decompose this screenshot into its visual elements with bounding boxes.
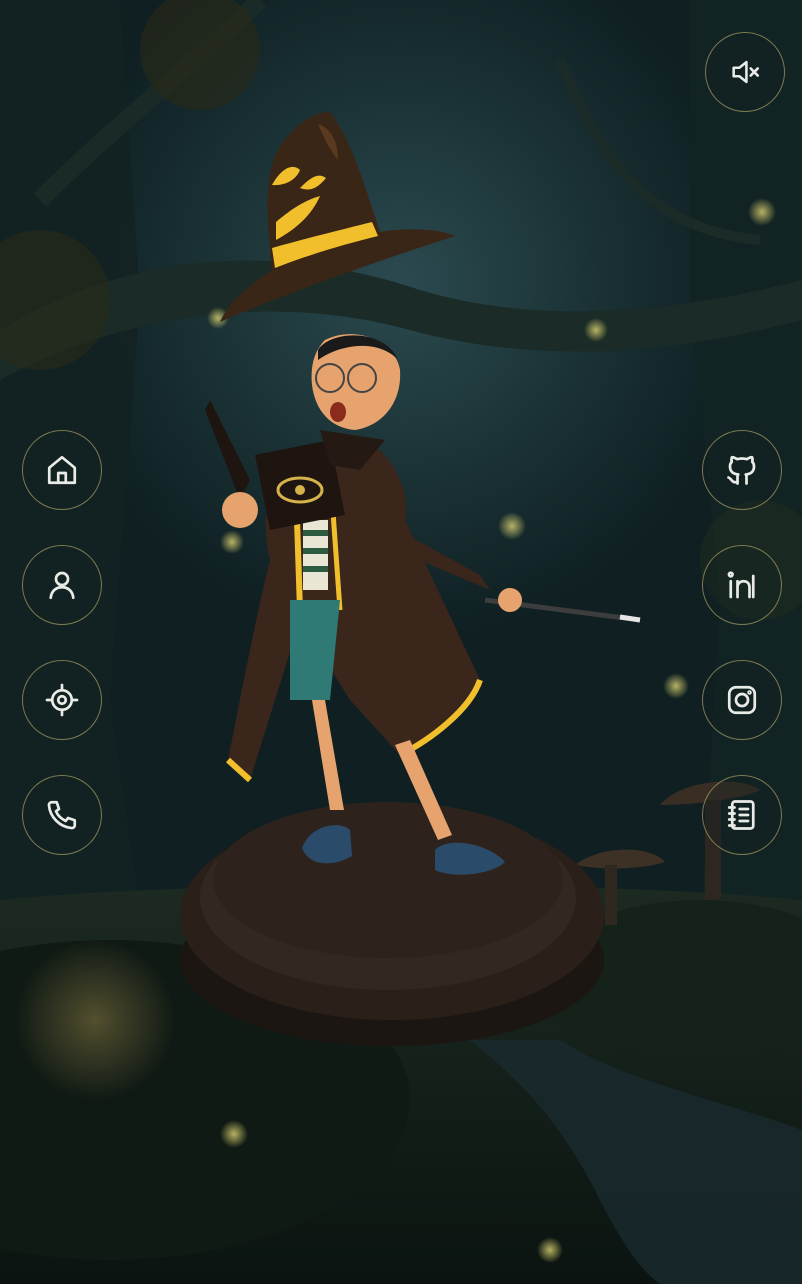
target-icon [45, 683, 79, 717]
nav-projects-button[interactable] [22, 660, 102, 740]
instagram-icon [727, 685, 757, 715]
instagram-link-button[interactable] [702, 660, 782, 740]
sound-muted-icon [732, 60, 760, 84]
notebook-icon [727, 800, 755, 830]
phone-icon [47, 800, 77, 830]
sound-toggle-button[interactable] [705, 32, 785, 112]
nav-contact-button[interactable] [22, 775, 102, 855]
github-icon [727, 455, 756, 485]
forest-scene-illustration [0, 0, 802, 1284]
linkedin-icon [727, 571, 755, 599]
nav-about-button[interactable] [22, 545, 102, 625]
linkedin-link-button[interactable] [702, 545, 782, 625]
nav-home-button[interactable] [22, 430, 102, 510]
home-icon [47, 455, 77, 485]
github-link-button[interactable] [702, 430, 782, 510]
portfolio-scene [0, 0, 802, 1284]
resume-link-button[interactable] [702, 775, 782, 855]
user-icon [49, 571, 75, 600]
